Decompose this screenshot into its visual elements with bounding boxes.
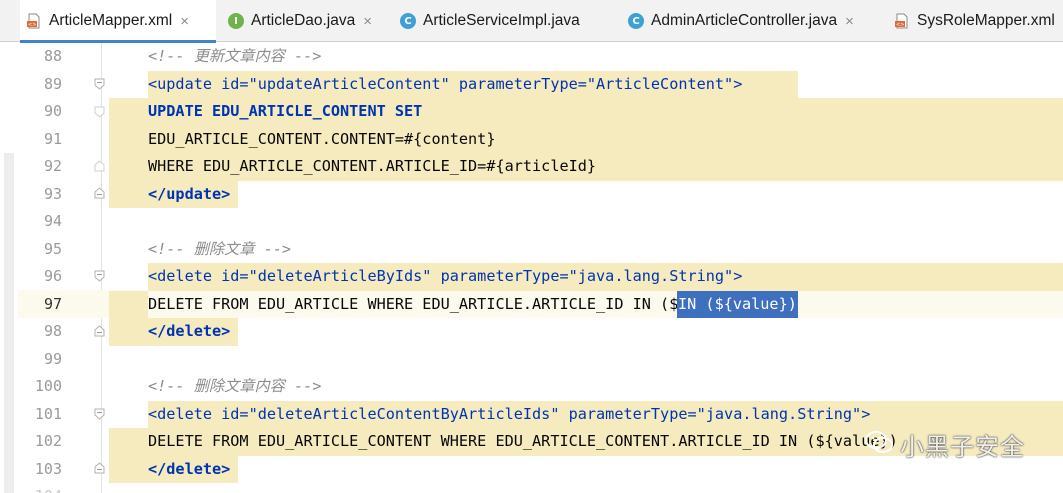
line-number: 92 [43, 157, 62, 175]
xml-comment: <!-- 更新文章内容 --> [148, 47, 322, 65]
line-number: 89 [43, 74, 62, 93]
sql-text: DELETE FROM EDU_ARTICLE WHERE EDU_ARTICL… [148, 294, 752, 313]
xml-tag: </delete> [148, 459, 231, 478]
code-line[interactable]: <!-- 删除文章内容 --> [148, 373, 321, 401]
tab-article-mapper-xml[interactable]: <> ArticleMapper.xml × [20, 0, 216, 43]
code-line-current[interactable]: DELETE FROM EDU_ARTICLE WHERE EDU_ARTICL… [148, 291, 751, 319]
sql-text: WHERE EDU_ARTICLE_CONTENT.ARTICLE_ID=#{a… [148, 157, 597, 175]
tab-label: ArticleDao.java [251, 12, 356, 29]
line-number: 88 [43, 47, 62, 65]
line-number: 98 [43, 322, 62, 340]
tab-label: ArticleMapper.xml [49, 12, 173, 29]
fold-guide-icon [94, 106, 105, 118]
xml-tag: <delete id="deleteArticleByIds" paramete… [148, 267, 743, 285]
tab-article-dao-java[interactable]: I ArticleDao.java × [222, 0, 390, 42]
line-number-partial: 104 [18, 483, 62, 493]
line-number: 96 [43, 267, 62, 285]
xml-file-icon: <> [894, 13, 910, 29]
xml-tag: </update> [148, 184, 231, 203]
close-icon[interactable]: × [180, 13, 189, 30]
xml-tag: <update id="updateArticleContent" parame… [148, 74, 743, 93]
line-number: 91 [43, 129, 62, 148]
xml-tag: </delete> [148, 322, 231, 340]
sql-text: EDU_ARTICLE_CONTENT.CONTENT=#{content} [148, 129, 496, 148]
code-line[interactable]: <!-- 删除文章 --> [148, 236, 291, 264]
editor-tab-bar: <> ArticleMapper.xml × I ArticleDao.java… [0, 0, 1063, 43]
interface-icon: I [228, 13, 244, 29]
tab-label: SysRoleMapper.xml [917, 12, 1055, 29]
code-line[interactable]: </delete> [148, 318, 230, 346]
watermark: 小黑子安全 [864, 424, 1025, 464]
xml-comment: <!-- 删除文章内容 --> [148, 377, 322, 395]
class-icon: C [628, 13, 644, 29]
tab-label: ArticleServiceImpl.java [423, 12, 580, 29]
xml-comment: <!-- 删除文章 --> [148, 239, 292, 258]
tab-article-service-impl-java[interactable]: C ArticleServiceImpl.java [394, 0, 616, 42]
fold-guide-icon [94, 160, 105, 172]
line-number: 103 [34, 459, 62, 478]
code-line[interactable]: EDU_ARTICLE_CONTENT.CONTENT=#{content} [148, 126, 495, 154]
line-number: 101 [34, 404, 62, 423]
line-number: 99 [43, 349, 62, 368]
close-icon[interactable]: × [845, 13, 854, 30]
line-number: 93 [43, 184, 62, 203]
fold-close-icon[interactable] [94, 325, 105, 337]
line-number: 102 [34, 432, 62, 450]
wechat-icon [864, 429, 894, 459]
xml-file-icon: <> [26, 13, 42, 29]
code-line[interactable]: <!-- 更新文章内容 --> [148, 43, 321, 71]
svg-text:<>: <> [896, 22, 904, 28]
xml-tag: <delete id="deleteArticleContentByArticl… [148, 404, 871, 423]
tab-admin-article-controller-java[interactable]: C AdminArticleController.java × [622, 0, 890, 42]
code-line[interactable]: WHERE EDU_ARTICLE_CONTENT.ARTICLE_ID=#{a… [148, 153, 596, 181]
line-number: 95 [43, 239, 62, 258]
left-tool-strip [0, 43, 18, 493]
sql-text: DELETE FROM EDU_ARTICLE_CONTENT WHERE ED… [148, 432, 898, 450]
class-icon: C [400, 13, 416, 29]
line-number: 94 [43, 212, 62, 230]
code-line[interactable]: <delete id="deleteArticleContentByArticl… [148, 401, 870, 429]
tab-label: AdminArticleController.java [651, 12, 838, 29]
line-number: 90 [43, 102, 62, 120]
code-line[interactable]: <delete id="deleteArticleByIds" paramete… [148, 263, 742, 291]
line-number: 100 [34, 377, 62, 395]
line-number: 97 [43, 294, 62, 313]
fold-close-icon[interactable] [94, 187, 105, 199]
code-line[interactable]: DELETE FROM EDU_ARTICLE_CONTENT WHERE ED… [148, 428, 898, 456]
fold-close-icon[interactable] [94, 462, 105, 474]
sql-text: UPDATE EDU_ARTICLE_CONTENT SET [148, 102, 423, 120]
structure-bar [4, 153, 14, 493]
fold-open-icon[interactable] [94, 270, 105, 282]
code-line[interactable]: </update> [148, 181, 230, 209]
svg-text:<>: <> [28, 22, 36, 28]
tag-highlight [109, 290, 148, 318]
watermark-text: 小黑子安全 [900, 432, 1025, 461]
code-line[interactable]: <update id="updateArticleContent" parame… [148, 71, 742, 99]
code-line[interactable]: </delete> [148, 456, 230, 484]
tab-sys-role-mapper-xml[interactable]: <> SysRoleMapper.xml [888, 0, 1063, 42]
fold-open-icon[interactable] [94, 408, 105, 420]
close-icon[interactable]: × [363, 13, 372, 30]
text-selection[interactable]: IN (${value}) [677, 290, 798, 318]
fold-open-icon[interactable] [94, 78, 105, 90]
code-line[interactable]: UPDATE EDU_ARTICLE_CONTENT SET [148, 98, 422, 126]
